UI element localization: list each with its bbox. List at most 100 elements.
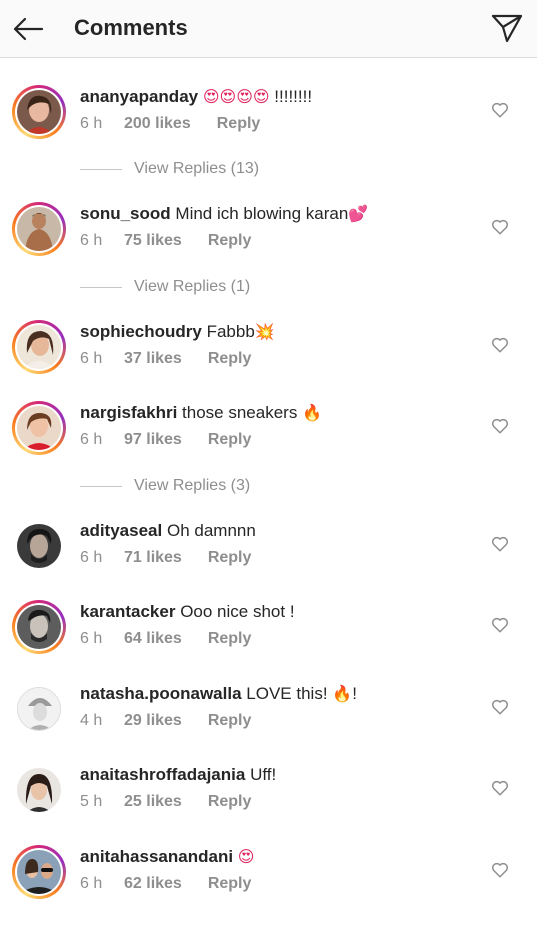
heart-icon[interactable] (491, 535, 509, 553)
reply-button[interactable]: Reply (208, 349, 252, 369)
comment-text: sophiechoudry Fabbb💥 (80, 322, 275, 341)
reply-button[interactable]: Reply (208, 792, 252, 812)
avatar[interactable] (12, 320, 66, 374)
comment-item: natasha.poonawalla LOVE this! 🔥! 4 h 29 l… (0, 682, 537, 762)
comment-meta: 4 h 29 likes Reply (80, 711, 251, 731)
comment-item: karantacker Ooo nice shot ! 6 h 64 likes R… (0, 600, 537, 680)
avatar[interactable] (12, 763, 66, 817)
comment-item: ananyapanday 😍😍😍😍 !!!!!!!! 6 h 200 likes R… (0, 85, 537, 165)
comment-likes[interactable]: 64 likes (124, 629, 182, 649)
heart-eyes-emoji: 😍😍😍😍 (202, 87, 270, 106)
comment-username[interactable]: anitahassanandani (80, 847, 233, 866)
arrow-left-icon (13, 17, 44, 41)
view-replies[interactable]: View Replies (1) (80, 277, 340, 297)
reply-button[interactable]: Reply (208, 430, 252, 450)
reply-button[interactable]: Reply (208, 711, 252, 731)
comment-username[interactable]: karantacker (80, 602, 175, 621)
comment-likes[interactable]: 29 likes (124, 711, 182, 731)
comment-likes[interactable]: 200 likes (124, 114, 191, 134)
comment-username[interactable]: nargisfakhri (80, 403, 177, 422)
comment-item: anaitashroffadajania Uff! 5 h 25 likes Rep… (0, 763, 537, 843)
comment-meta: 6 h 71 likes Reply (80, 548, 251, 568)
page-title: Comments (74, 15, 188, 40)
collision-emoji: 💥 (254, 322, 275, 341)
divider (80, 485, 122, 487)
send-button[interactable] (489, 10, 525, 46)
heart-icon[interactable] (491, 101, 509, 119)
paper-plane-icon (491, 14, 523, 43)
comment-meta: 6 h 62 likes Reply (80, 874, 251, 894)
reply-button[interactable]: Reply (208, 874, 252, 894)
comment-username[interactable]: sophiechoudry (80, 322, 202, 341)
comment-time: 4 h (80, 712, 103, 729)
reply-button[interactable]: Reply (208, 548, 252, 568)
heart-icon[interactable] (491, 218, 509, 236)
comment-item: anitahassanandani 😍 6 h 62 likes Reply (0, 845, 537, 925)
comment-likes[interactable]: 25 likes (124, 792, 182, 812)
avatar[interactable] (12, 519, 66, 573)
comment-meta: 6 h 97 likes Reply (80, 430, 251, 450)
comment-text: anitahassanandani 😍 (80, 845, 480, 869)
heart-icon[interactable] (491, 698, 509, 716)
comment-time: 6 h (80, 549, 103, 566)
heart-icon[interactable] (491, 336, 509, 354)
fire-emoji: 🔥 (302, 403, 322, 422)
comment-meta: 6 h 75 likes Reply (80, 231, 251, 251)
comment-time: 6 h (80, 115, 103, 132)
comment-text: karantacker Ooo nice shot ! (80, 602, 295, 621)
comment-item: adityaseal Oh damnnn 6 h 71 likes Reply (0, 519, 537, 599)
heart-icon[interactable] (491, 417, 509, 435)
view-replies-label[interactable]: View Replies (3) (134, 477, 250, 495)
comment-username[interactable]: sonu_sood (80, 204, 171, 223)
comment-likes[interactable]: 71 likes (124, 548, 182, 568)
avatar[interactable] (12, 682, 66, 736)
comment-likes[interactable]: 97 likes (124, 430, 182, 450)
view-replies[interactable]: View Replies (3) (80, 476, 340, 496)
comment-text: nargisfakhri those sneakers 🔥 (80, 403, 322, 422)
comment-time: 6 h (80, 431, 103, 448)
view-replies-label[interactable]: View Replies (1) (134, 278, 250, 296)
comment-time: 6 h (80, 630, 103, 647)
reply-button[interactable]: Reply (217, 114, 261, 134)
comment-time: 5 h (80, 793, 103, 810)
reply-button[interactable]: Reply (208, 231, 252, 251)
view-replies-label[interactable]: View Replies (13) (134, 160, 259, 178)
comment-likes[interactable]: 62 likes (124, 874, 182, 894)
avatar[interactable] (12, 600, 66, 654)
comment-username[interactable]: natasha.poonawalla (80, 684, 242, 703)
comment-text: anaitashroffadajania Uff! (80, 765, 277, 784)
comment-item: sonu_sood Mind ich blowing karan💕 6 h 75 … (0, 202, 537, 282)
two-hearts-emoji: 💕 (348, 204, 369, 223)
comment-meta: 6 h 64 likes Reply (80, 629, 251, 649)
avatar[interactable] (12, 85, 66, 139)
heart-icon[interactable] (491, 779, 509, 797)
comment-text: ananyapanday 😍😍😍😍 !!!!!!!! (80, 87, 313, 106)
comment-text: natasha.poonawalla LOVE this! 🔥! (80, 684, 357, 703)
comment-likes[interactable]: 75 likes (124, 231, 182, 251)
comment-time: 6 h (80, 875, 103, 892)
comment-item: nargisfakhri those sneakers 🔥 6 h 97 like… (0, 401, 537, 481)
comment-time: 6 h (80, 232, 103, 249)
avatar[interactable] (12, 401, 66, 455)
comment-username[interactable]: adityaseal (80, 521, 162, 540)
avatar[interactable] (12, 845, 66, 899)
heart-eyes-emoji: 😍 (237, 847, 255, 866)
back-button[interactable] (8, 12, 48, 46)
comment-likes[interactable]: 37 likes (124, 349, 182, 369)
comment-meta: 5 h 25 likes Reply (80, 792, 251, 812)
comment-meta: 6 h 37 likes Reply (80, 349, 251, 369)
heart-icon[interactable] (491, 616, 509, 634)
fire-emoji: 🔥 (332, 684, 353, 703)
comment-meta: 6 h 200 likes Reply (80, 114, 260, 134)
heart-icon[interactable] (491, 861, 509, 879)
reply-button[interactable]: Reply (208, 629, 252, 649)
comment-item: sophiechoudry Fabbb💥 6 h 37 likes Reply (0, 320, 537, 400)
avatar[interactable] (12, 202, 66, 256)
divider (80, 286, 122, 288)
comment-text: sonu_sood Mind ich blowing karan💕 (80, 204, 369, 223)
comment-time: 6 h (80, 350, 103, 367)
comment-username[interactable]: ananyapanday (80, 87, 198, 106)
comment-username[interactable]: anaitashroffadajania (80, 765, 245, 784)
comment-text: adityaseal Oh damnnn (80, 521, 256, 540)
view-replies[interactable]: View Replies (13) (80, 159, 340, 179)
